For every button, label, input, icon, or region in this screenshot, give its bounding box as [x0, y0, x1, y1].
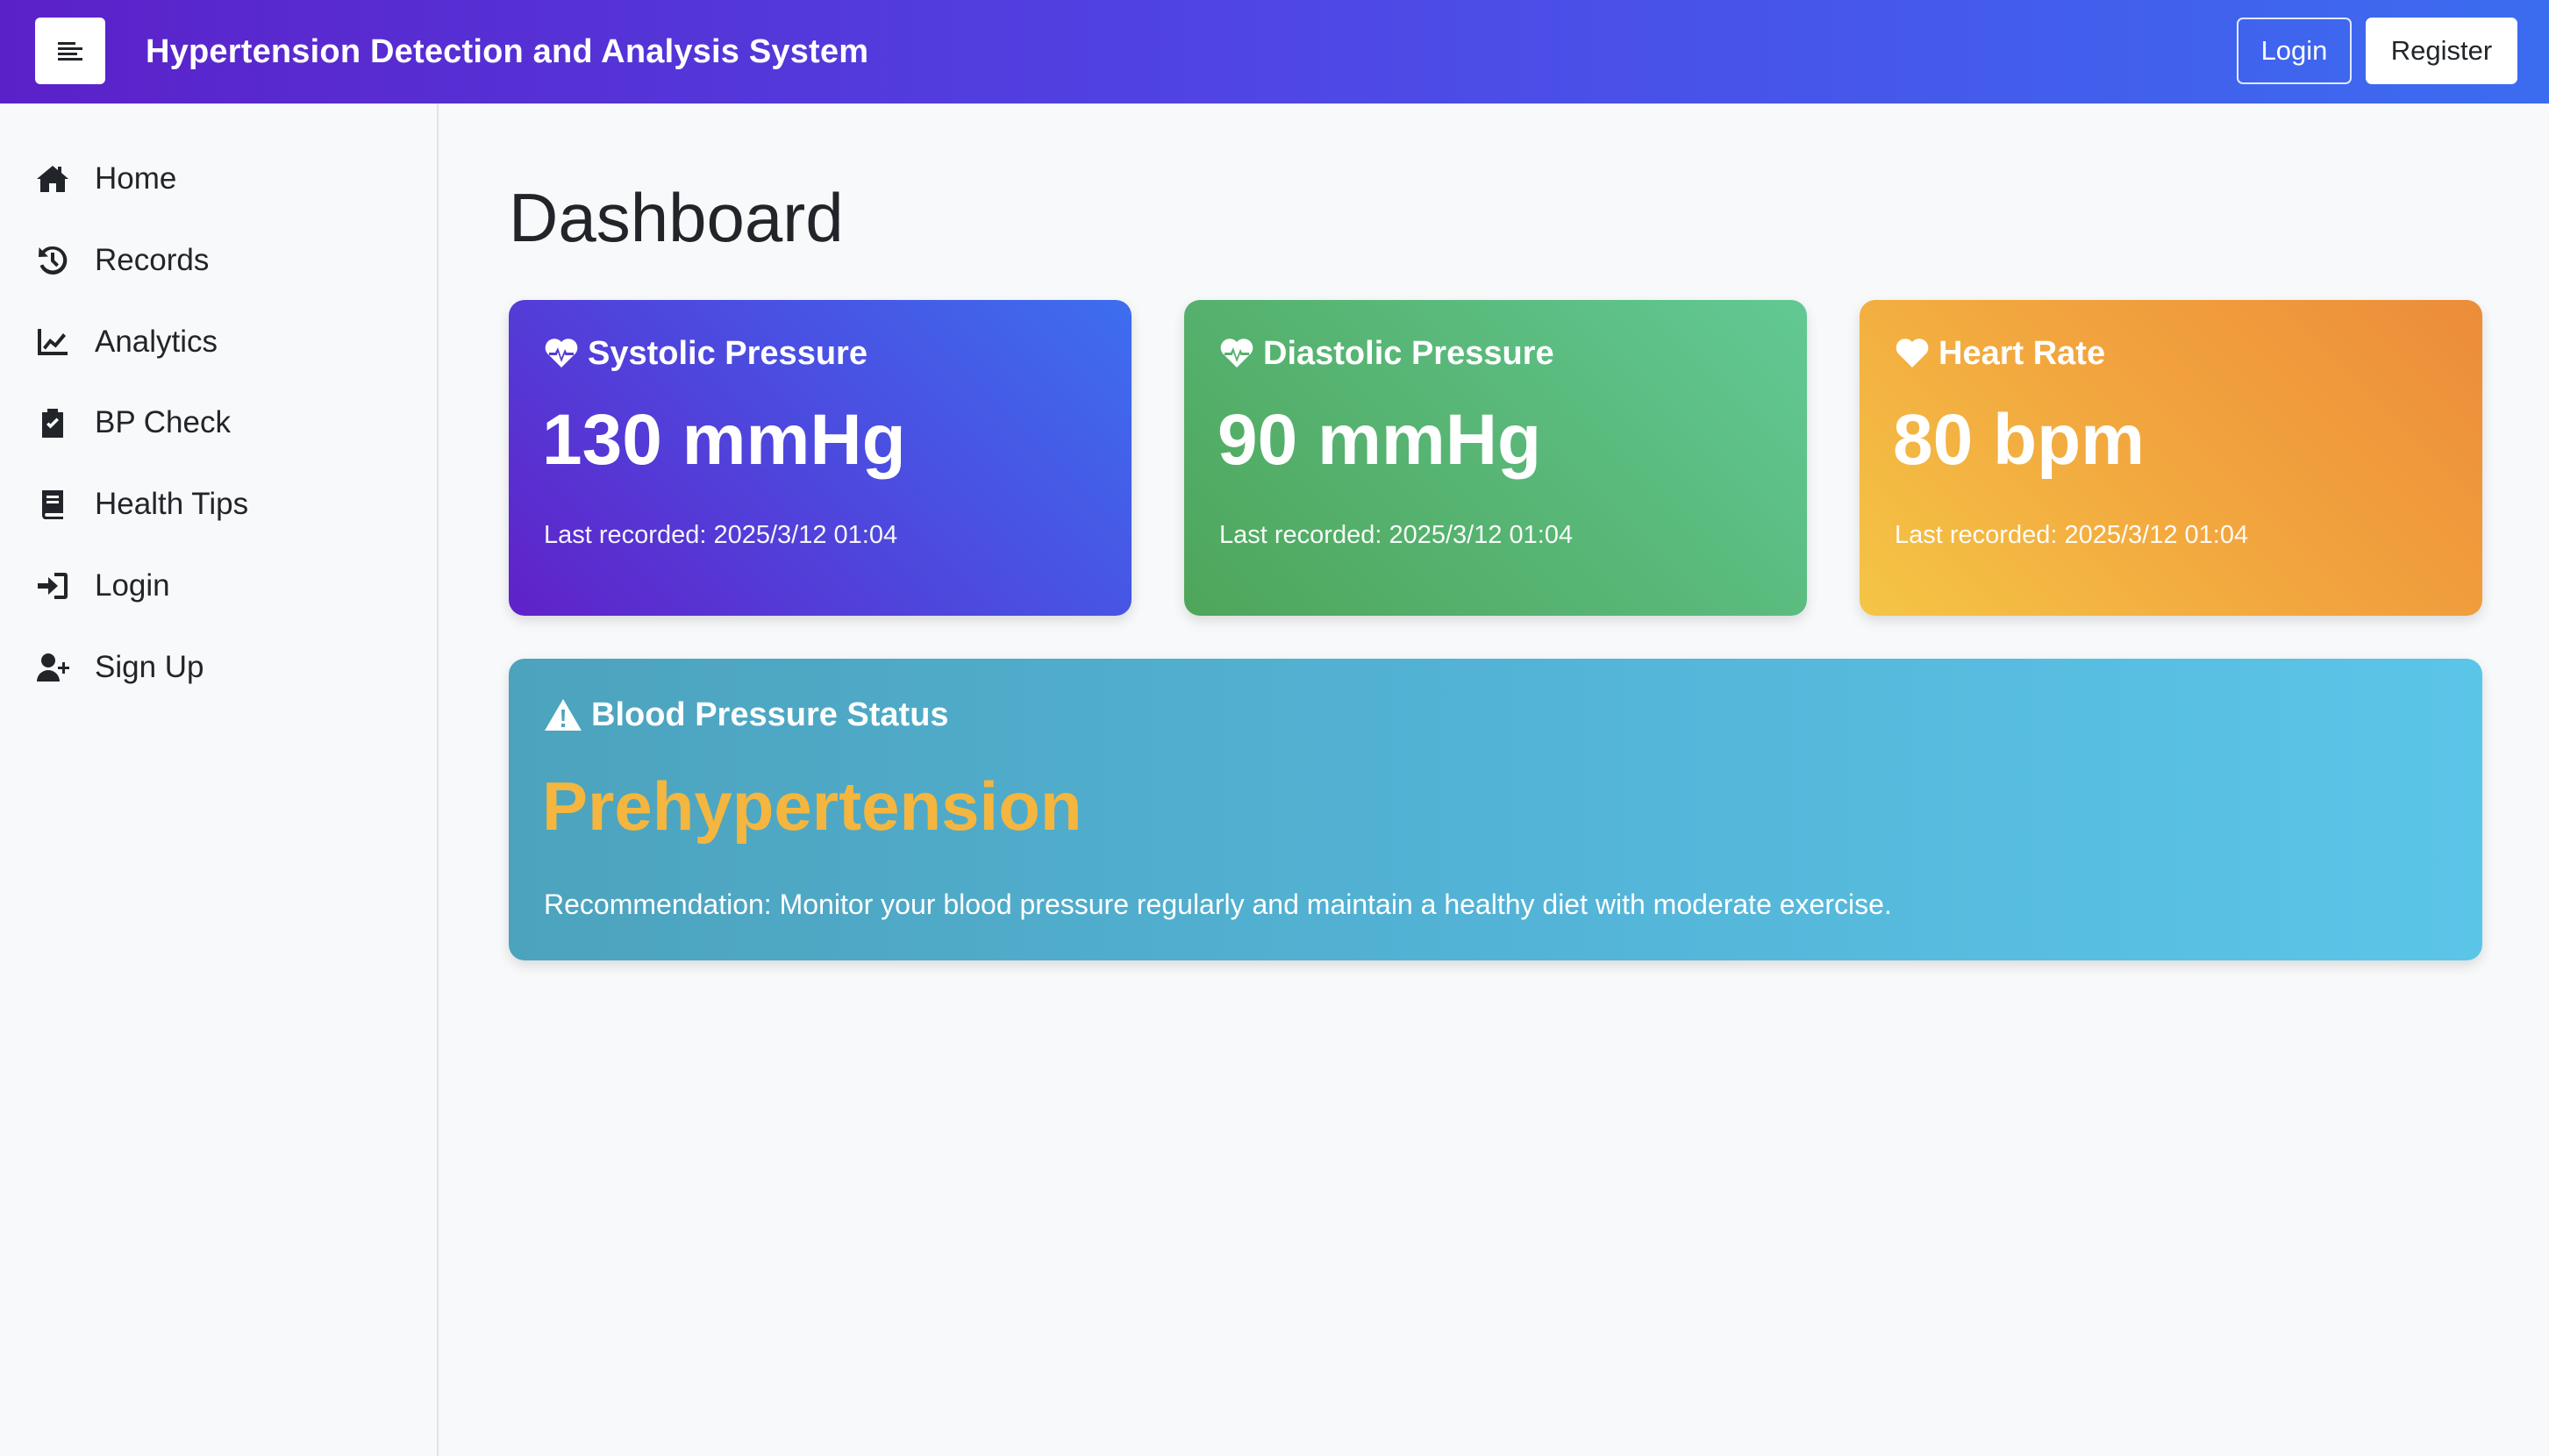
bp-status-card: Blood Pressure Status Prehypertension Re…: [509, 659, 2482, 960]
card-title: Heart Rate: [1939, 334, 2106, 372]
heart-rate-card: Heart Rate 80 bpm Last recorded: 2025/3/…: [1860, 300, 2482, 616]
page-title: Dashboard: [509, 179, 844, 256]
hamburger-menu-icon: [58, 42, 82, 61]
sidebar-item-label: Login: [95, 568, 170, 603]
sidebar-item-label: BP Check: [95, 405, 231, 439]
bp-status-value: Prehypertension: [542, 767, 1082, 845]
last-recorded-text: Last recorded: 2025/3/12 01:04: [1895, 521, 2249, 549]
sidebar-item-analytics[interactable]: Analytics: [0, 310, 437, 374]
heartbeat-icon: [545, 339, 578, 368]
last-recorded-text: Last recorded: 2025/3/12 01:04: [544, 521, 898, 549]
card-header: Systolic Pressure: [544, 332, 868, 375]
sidebar: Home Records Analytics BP Check Health T…: [0, 103, 439, 1456]
sidebar-item-sign-up[interactable]: Sign Up: [0, 636, 437, 699]
sidebar-item-home[interactable]: Home: [0, 147, 437, 211]
sidebar-item-label: Analytics: [95, 325, 218, 359]
sidebar-toggle-button[interactable]: [35, 18, 105, 84]
heart-rate-value: 80 bpm: [1893, 400, 2146, 480]
sidebar-item-health-tips[interactable]: Health Tips: [0, 473, 437, 536]
history-icon: [33, 241, 72, 280]
heart-icon: [1896, 339, 1929, 368]
systolic-pressure-card: Systolic Pressure 130 mmHg Last recorded…: [509, 300, 1132, 616]
clipboard-check-icon: [33, 403, 72, 442]
card-header: Heart Rate: [1895, 332, 2105, 375]
chart-line-icon: [33, 323, 72, 361]
heartbeat-icon: [1220, 339, 1253, 368]
sidebar-item-label: Records: [95, 243, 210, 277]
user-plus-icon: [33, 648, 72, 687]
sidebar-item-bp-check[interactable]: BP Check: [0, 391, 437, 454]
sidebar-item-records[interactable]: Records: [0, 229, 437, 292]
card-title: Diastolic Pressure: [1263, 334, 1554, 372]
card-header: Diastolic Pressure: [1219, 332, 1554, 375]
top-navbar: Hypertension Detection and Analysis Syst…: [0, 0, 2549, 103]
warning-triangle-icon: [545, 699, 582, 731]
home-icon: [33, 160, 72, 198]
register-button[interactable]: Register: [2366, 18, 2517, 84]
sign-in-icon: [33, 567, 72, 605]
sidebar-item-label: Sign Up: [95, 650, 204, 684]
diastolic-pressure-card: Diastolic Pressure 90 mmHg Last recorded…: [1184, 300, 1807, 616]
recommendation-text: Recommendation: Monitor your blood press…: [544, 889, 1892, 920]
sidebar-item-label: Home: [95, 161, 177, 196]
diastolic-value: 90 mmHg: [1217, 400, 1542, 480]
card-header: Blood Pressure Status: [544, 690, 949, 739]
systolic-value: 130 mmHg: [542, 400, 906, 480]
card-title: Blood Pressure Status: [591, 696, 949, 733]
book-icon: [33, 485, 72, 524]
card-title: Systolic Pressure: [588, 334, 868, 372]
sidebar-item-label: Health Tips: [95, 487, 249, 521]
login-button[interactable]: Login: [2237, 18, 2352, 84]
app-title[interactable]: Hypertension Detection and Analysis Syst…: [146, 0, 868, 103]
last-recorded-text: Last recorded: 2025/3/12 01:04: [1219, 521, 1574, 549]
sidebar-item-login[interactable]: Login: [0, 554, 437, 617]
